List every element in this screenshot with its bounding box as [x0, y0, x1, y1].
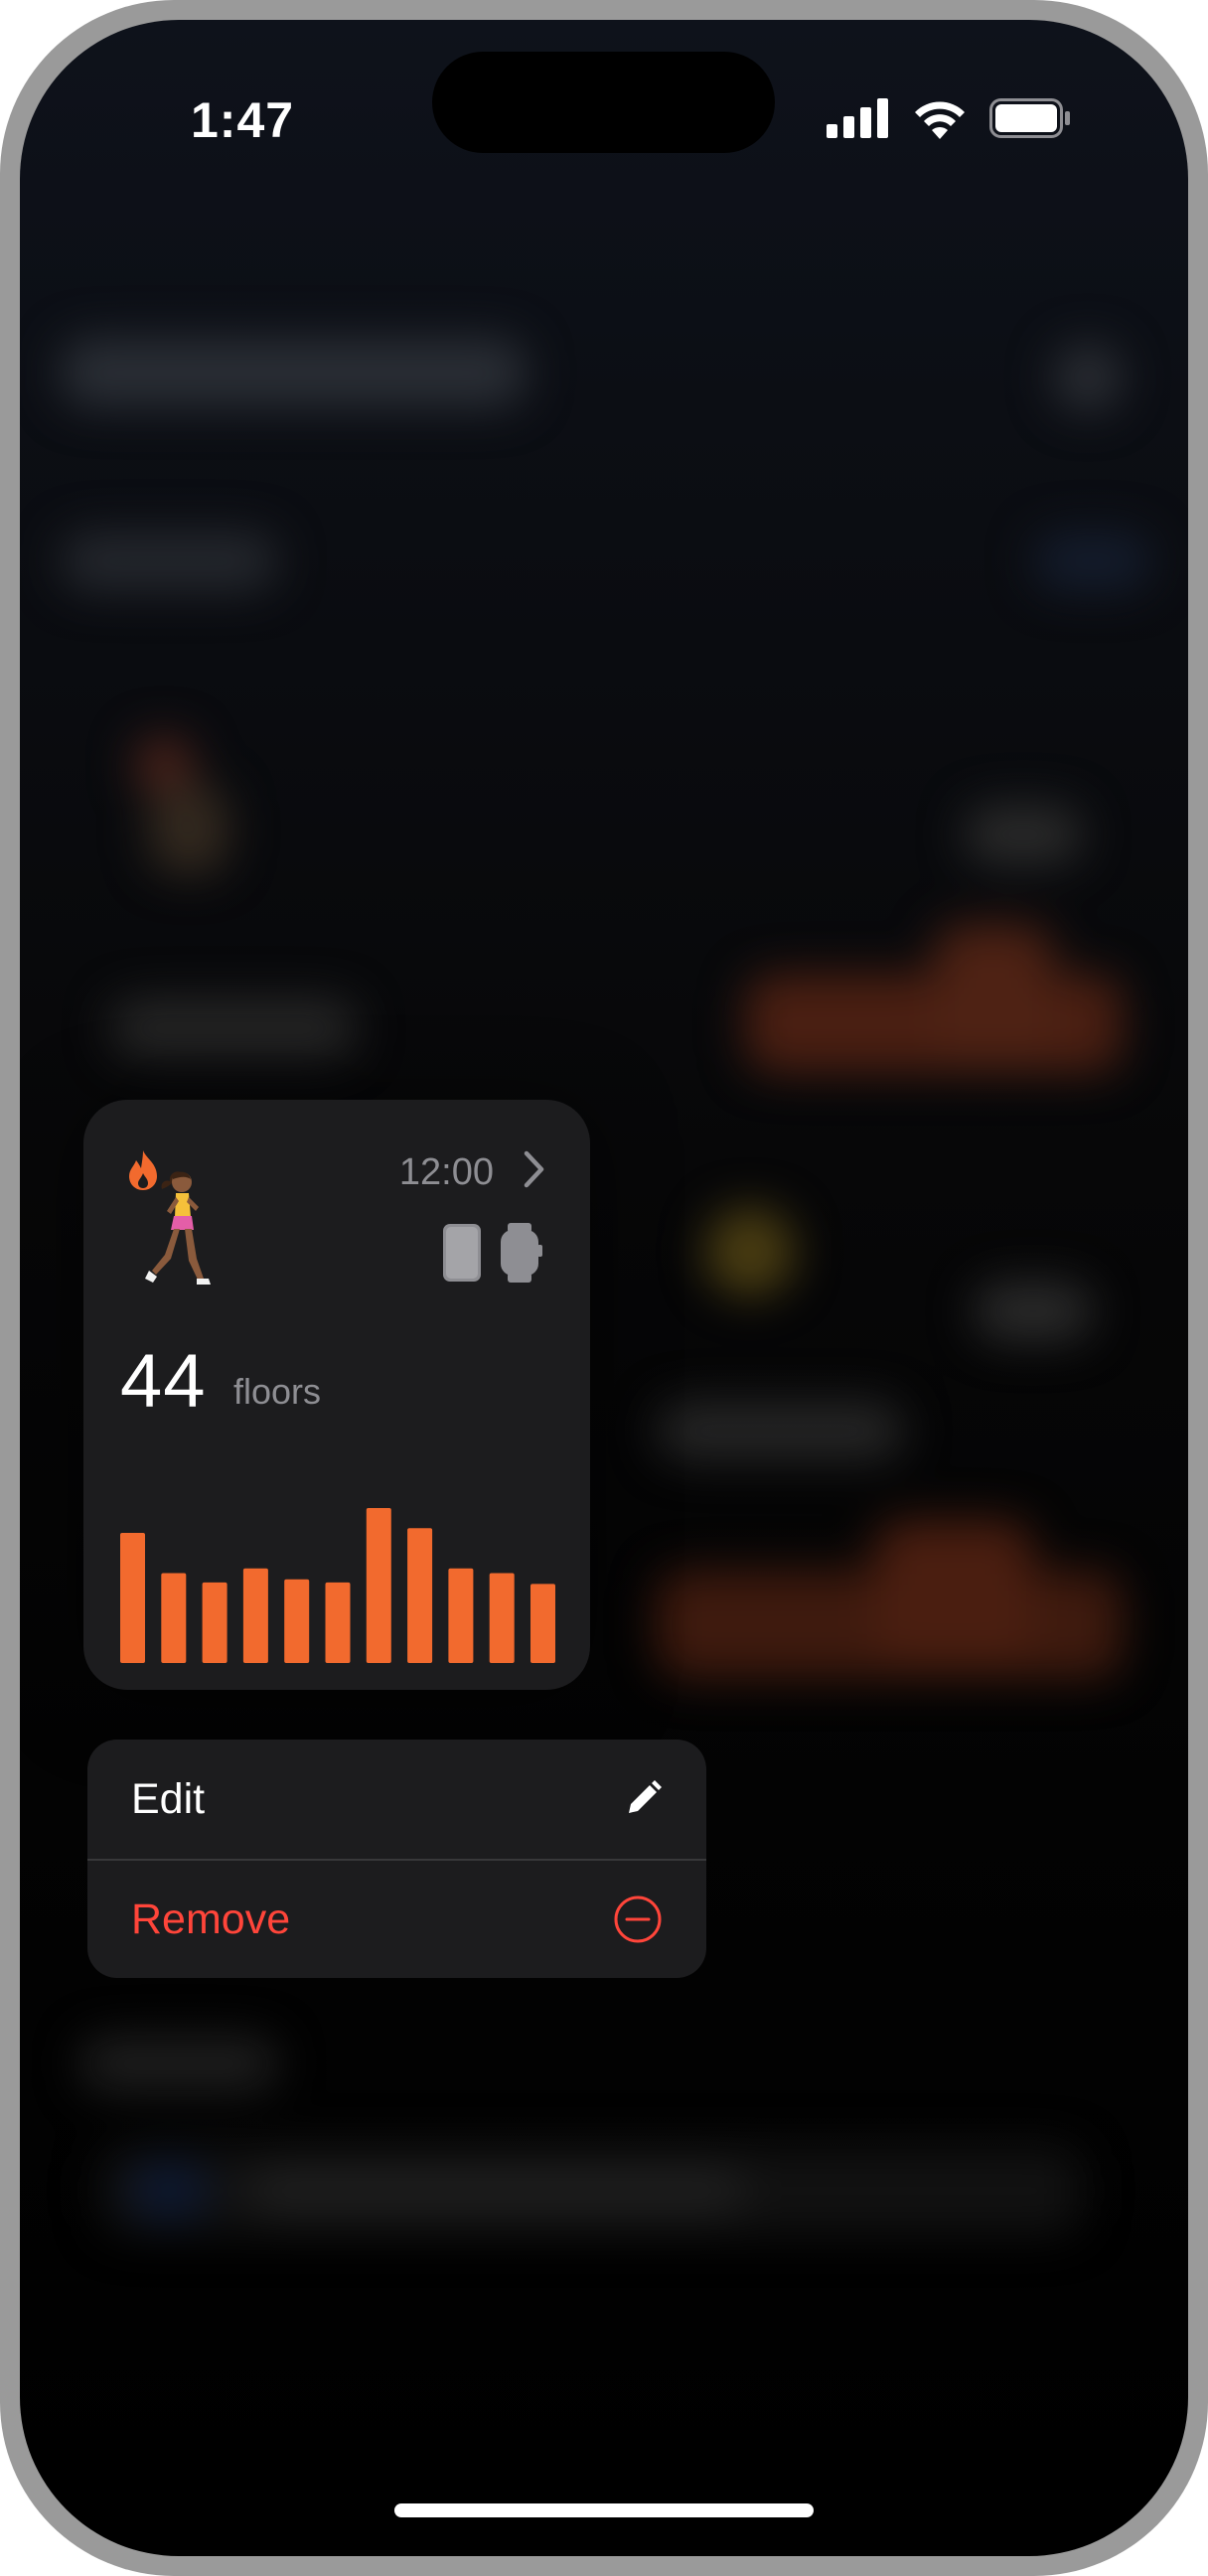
chart-bar-8	[448, 1568, 474, 1663]
chart-bar-2	[202, 1582, 227, 1663]
wifi-icon	[915, 101, 965, 139]
chart-bar-10	[530, 1584, 555, 1663]
edit-label: Edit	[131, 1774, 206, 1823]
screen: 1:47 12:00 44 floors Edit Remove	[20, 20, 1188, 2556]
chart-bar-0	[120, 1533, 145, 1663]
edit-menu-item[interactable]: Edit	[87, 1740, 706, 1859]
phone-frame: 1:47 12:00 44 floors Edit Remove	[0, 0, 1208, 2576]
chart-bar-3	[242, 1568, 268, 1663]
chart-bar-9	[489, 1573, 515, 1663]
chart-bar-6	[366, 1508, 391, 1663]
minus-circle-icon	[614, 1895, 662, 1943]
floors-bar-chart	[120, 1508, 555, 1663]
remove-label: Remove	[131, 1894, 291, 1943]
chart-bar-4	[284, 1579, 310, 1663]
chart-bar-1	[161, 1573, 187, 1663]
floors-widget[interactable]: 12:00 44 floors	[83, 1100, 590, 1690]
cellular-signal-icon	[827, 98, 888, 138]
chart-bar-7	[407, 1528, 433, 1663]
battery-icon	[989, 98, 1070, 138]
home-indicator[interactable]	[394, 2503, 814, 2517]
remove-menu-item[interactable]: Remove	[87, 1860, 706, 1978]
chart-bar-5	[325, 1582, 351, 1663]
context-menu: Edit Remove	[87, 1740, 706, 1978]
status-time: 1:47	[191, 92, 295, 148]
status-icons	[827, 97, 1071, 139]
pencil-icon	[629, 1780, 662, 1813]
dynamic-island	[432, 52, 775, 153]
